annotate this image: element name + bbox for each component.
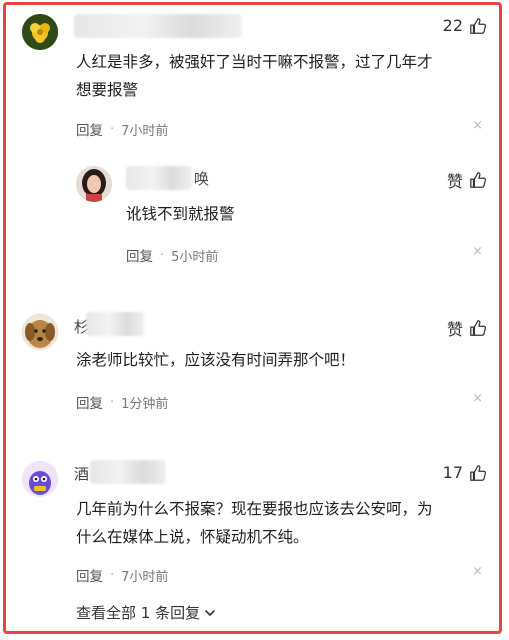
like-button[interactable]: 赞	[447, 316, 487, 340]
separator-dot: ·	[110, 567, 115, 583]
thumbs-up-icon	[470, 17, 487, 34]
view-all-replies-link[interactable]: 查看全部 1 条回复	[76, 602, 216, 623]
like-label: 赞	[446, 320, 463, 339]
timestamp: 1分钟前	[121, 396, 169, 412]
comment-meta: 回复 · 5小时前	[126, 245, 219, 266]
comment-meta: 回复 · 7小时前	[76, 119, 169, 140]
flower-avatar-image	[22, 14, 58, 50]
username-blurred[interactable]	[90, 460, 166, 484]
comment-text-line: 涂老师比较忙，应该没有时间弄那个吧！	[76, 351, 356, 369]
close-icon[interactable]: ×	[472, 244, 483, 259]
comment-text-line: 讹钱不到就报警	[126, 205, 235, 223]
chevron-down-icon	[205, 609, 215, 616]
thumbs-up-icon	[470, 172, 487, 188]
view-all-label: 查看全部 1 条回复	[76, 604, 201, 622]
comment-text: 涂老师比较忙，应该没有时间弄那个吧！	[76, 346, 486, 374]
close-icon[interactable]: ×	[472, 564, 483, 579]
avatar[interactable]	[22, 14, 58, 50]
cartoon-avatar-image	[22, 461, 58, 497]
close-icon[interactable]: ×	[472, 118, 483, 133]
timestamp: 7小时前	[121, 123, 169, 139]
like-button[interactable]: 22	[443, 16, 487, 35]
username-suffix: 唤	[194, 170, 210, 188]
dog-avatar-image	[22, 314, 58, 350]
separator-dot: ·	[110, 394, 115, 410]
thumbs-up-icon	[470, 320, 487, 336]
comment-text: 讹钱不到就报警	[126, 200, 486, 228]
comment-text-line: 什么在媒体上说，怀疑动机不纯。	[76, 528, 309, 546]
woman-avatar-image	[76, 166, 112, 202]
reply-button[interactable]: 回复	[76, 392, 103, 412]
username-prefix: 酒	[74, 465, 90, 483]
like-button[interactable]: 17	[443, 463, 487, 482]
comment-meta: 回复 · 7小时前	[76, 565, 169, 586]
like-count: 17	[442, 463, 463, 482]
timestamp: 7小时前	[121, 569, 169, 585]
close-icon[interactable]: ×	[472, 391, 483, 406]
username-blurred[interactable]	[126, 166, 192, 190]
reply-button[interactable]: 回复	[126, 245, 153, 265]
comment-text-line: 想要报警	[76, 81, 139, 99]
reply-button[interactable]: 回复	[76, 565, 103, 585]
like-label: 赞	[446, 172, 463, 191]
avatar[interactable]	[22, 314, 58, 350]
separator-dot: ·	[160, 247, 165, 263]
thumbs-up-icon	[470, 464, 487, 481]
timestamp: 5小时前	[171, 249, 219, 265]
comment-meta: 回复 · 1分钟前	[76, 392, 169, 413]
avatar[interactable]	[76, 166, 112, 202]
comment-text: 人红是非多，被强奸了当时干嘛不报警，过了几年才 想要报警	[76, 48, 486, 104]
like-count: 22	[442, 16, 463, 35]
username-blurred[interactable]	[86, 312, 144, 336]
separator-dot: ·	[110, 121, 115, 137]
username-blurred[interactable]	[74, 14, 242, 38]
comment-text-line: 人红是非多，被强奸了当时干嘛不报警，过了几年才	[76, 53, 433, 71]
like-button[interactable]: 赞	[447, 168, 487, 192]
avatar[interactable]	[22, 461, 58, 497]
comment-text: 几年前为什么不报案？现在要报也应该去公安呵，为 什么在媒体上说，怀疑动机不纯。	[76, 495, 486, 551]
comment-text-line: 几年前为什么不报案？现在要报也应该去公安呵，为	[76, 500, 433, 518]
reply-button[interactable]: 回复	[76, 119, 103, 139]
